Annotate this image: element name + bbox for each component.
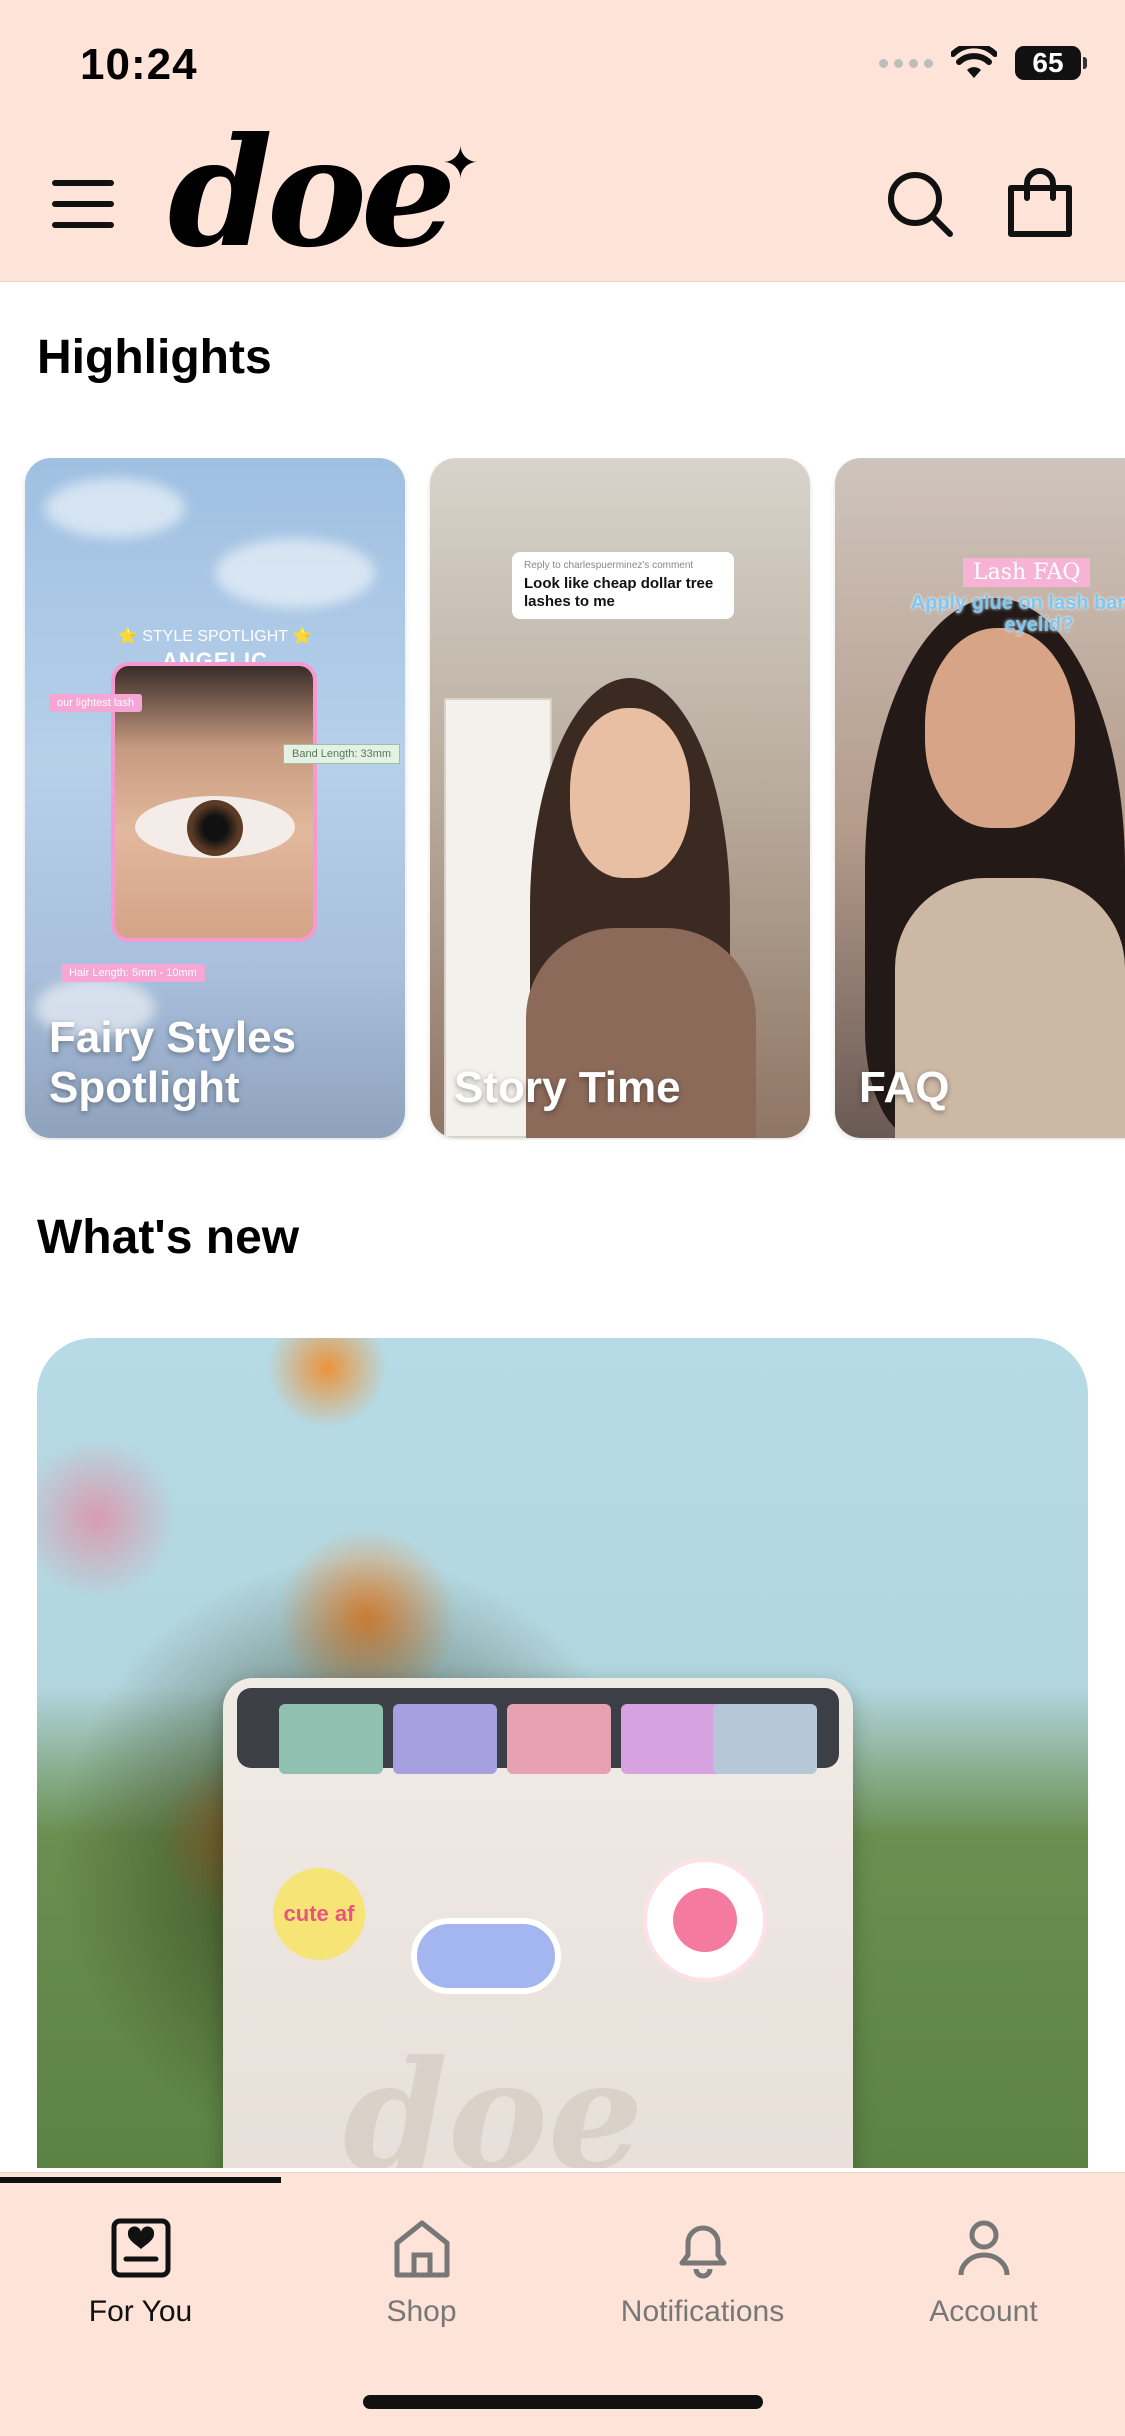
for-you-icon bbox=[111, 2218, 170, 2278]
highlight-card-faq[interactable]: Lash FAQ Apply glue on lash band or eyel… bbox=[835, 458, 1125, 1138]
tab-label: Notifications bbox=[620, 2295, 785, 2328]
doe-bby-sticker-icon bbox=[643, 1858, 767, 1982]
tin-emboss-logo: doe bbox=[343, 2028, 644, 2168]
tab-label: Shop bbox=[386, 2295, 457, 2328]
lash-tag: our lightest lash bbox=[49, 694, 143, 712]
search-icon[interactable] bbox=[884, 168, 956, 240]
shopping-bag-icon[interactable] bbox=[1005, 168, 1075, 240]
logo-star-icon: ✦ bbox=[442, 139, 479, 188]
status-time: 10:24 bbox=[80, 40, 198, 89]
band-length-tag: Band Length: 33mm bbox=[283, 744, 401, 764]
account-icon bbox=[958, 2220, 1009, 2276]
tab-label: Account bbox=[929, 2295, 1038, 2328]
tab-shop[interactable]: Shop bbox=[281, 2213, 562, 2343]
home-icon bbox=[394, 2220, 449, 2278]
product-tin-image: cute af doe bbox=[223, 1678, 853, 2168]
battery-icon: 65 bbox=[1015, 46, 1087, 80]
highlight-card-label: FAQ bbox=[859, 1063, 950, 1113]
wifi-icon bbox=[951, 46, 997, 78]
tab-account[interactable]: Account bbox=[843, 2213, 1124, 2343]
reply-text: Look like cheap dollar tree lashes to me bbox=[524, 575, 714, 610]
status-icons: 65 bbox=[879, 46, 1087, 80]
top-header: 10:24 65 doe ✦ bbox=[0, 0, 1125, 282]
hair-length-tag: Hair Length: 5mm - 10mm bbox=[61, 964, 205, 982]
highlights-carousel[interactable]: ⭐ STYLE SPOTLIGHT ⭐ ANGELIC our lightest… bbox=[0, 458, 1125, 1140]
whats-new-card[interactable]: cute af doe bbox=[37, 1338, 1088, 2168]
highlights-title: Highlights bbox=[37, 331, 272, 384]
highlight-card-label: Story Time bbox=[454, 1063, 681, 1113]
person-face bbox=[925, 628, 1075, 828]
cloud-sticker-icon bbox=[411, 1918, 561, 1994]
faq-question: Apply glue on lash band or eyelid? bbox=[910, 592, 1125, 636]
faq-tag: Lash FAQ bbox=[963, 558, 1091, 587]
signal-icon bbox=[879, 58, 933, 68]
highlight-card-fairy-styles[interactable]: ⭐ STYLE SPOTLIGHT ⭐ ANGELIC our lightest… bbox=[25, 458, 405, 1138]
menu-button[interactable] bbox=[52, 180, 114, 228]
logo: doe bbox=[168, 105, 456, 281]
spotlight-heading: ⭐ STYLE SPOTLIGHT ⭐ bbox=[117, 628, 313, 645]
cute-af-sticker: cute af bbox=[273, 1868, 365, 1960]
tab-for-you[interactable]: For You bbox=[0, 2213, 281, 2343]
person-face bbox=[570, 708, 690, 878]
home-indicator[interactable] bbox=[363, 2395, 763, 2409]
active-tab-indicator bbox=[0, 2177, 281, 2183]
whats-new-title: What's new bbox=[37, 1211, 300, 1264]
reply-meta: Reply to charlespuerminez's comment bbox=[524, 560, 694, 571]
reply-bubble: Reply to charlespuerminez's comment Look… bbox=[512, 552, 734, 619]
highlight-card-label: Fairy Styles Spotlight bbox=[49, 1012, 297, 1113]
highlight-card-story-time[interactable]: Reply to charlespuerminez's comment Look… bbox=[430, 458, 810, 1138]
bell-icon bbox=[679, 2225, 726, 2279]
tab-label: For You bbox=[88, 2295, 193, 2328]
tab-notifications[interactable]: Notifications bbox=[562, 2213, 843, 2343]
